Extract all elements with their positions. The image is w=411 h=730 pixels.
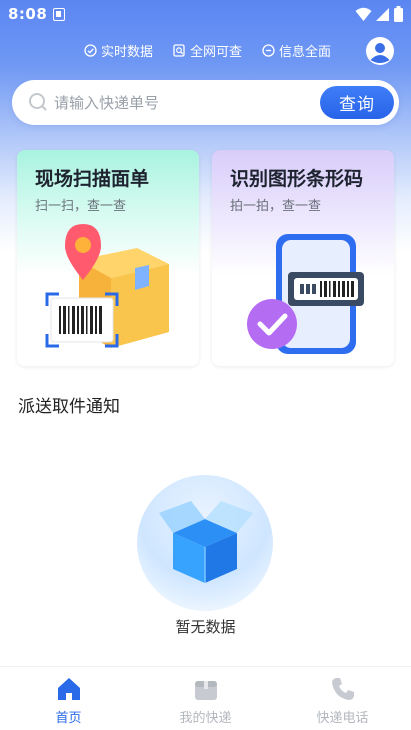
package-scan-illustration xyxy=(45,224,169,348)
scan-waybill-card[interactable]: 现场扫描面单 扫一扫，查一查 xyxy=(17,150,199,366)
notification-app-icon xyxy=(53,8,65,21)
card-subtitle: 拍一拍，查一查 xyxy=(230,199,322,214)
avatar[interactable] xyxy=(366,37,394,65)
tab-label: 首页 xyxy=(55,711,82,726)
status-time: 8:08 xyxy=(8,5,48,23)
feature-label: 全网可查 xyxy=(190,45,243,60)
bottom-tab-bar: 首页 我的快递 快递电话 xyxy=(0,666,411,730)
query-button[interactable]: 查询 xyxy=(320,86,394,119)
tab-home[interactable]: 首页 xyxy=(0,667,137,730)
tracking-number-input[interactable] xyxy=(54,90,314,115)
package-icon xyxy=(195,681,217,700)
clock-icon xyxy=(84,44,97,57)
recognize-barcode-card[interactable]: 识别图形条形码 拍一拍，查一查 xyxy=(212,150,394,366)
phone-icon xyxy=(332,678,354,700)
card-subtitle: 扫一扫，查一查 xyxy=(35,199,127,214)
battery-icon xyxy=(394,6,403,22)
feature-label: 实时数据 xyxy=(101,45,154,60)
feature-info: 信息全面 xyxy=(262,41,331,60)
tab-express-phone[interactable]: 快递电话 xyxy=(274,667,411,730)
card-title: 现场扫描面单 xyxy=(35,168,150,190)
status-icons xyxy=(355,6,403,22)
tab-my-express[interactable]: 我的快递 xyxy=(137,667,274,730)
phone-barcode-illustration xyxy=(247,234,364,354)
info-circle-icon xyxy=(262,44,275,57)
notice-section-title: 派送取件通知 xyxy=(18,397,120,417)
card-title: 识别图形条形码 xyxy=(230,168,364,190)
feature-network: 全网可查 xyxy=(173,41,242,60)
status-bar: 8:08 xyxy=(0,0,411,30)
tab-label: 我的快递 xyxy=(179,711,232,726)
search-icon xyxy=(29,93,47,111)
empty-box-icon xyxy=(159,501,253,583)
search-bar: 查询 xyxy=(12,80,399,125)
home-icon xyxy=(58,678,80,700)
signal-icon xyxy=(376,7,389,21)
feature-strip: 实时数据 全网可查 信息全面 xyxy=(84,41,331,60)
feature-realtime: 实时数据 xyxy=(84,41,153,60)
wifi-icon xyxy=(355,7,372,21)
tab-label: 快递电话 xyxy=(316,711,369,726)
search-doc-icon xyxy=(173,44,185,57)
user-icon xyxy=(367,38,393,64)
empty-state-text: 暂无数据 xyxy=(175,618,236,636)
feature-label: 信息全面 xyxy=(279,45,332,60)
